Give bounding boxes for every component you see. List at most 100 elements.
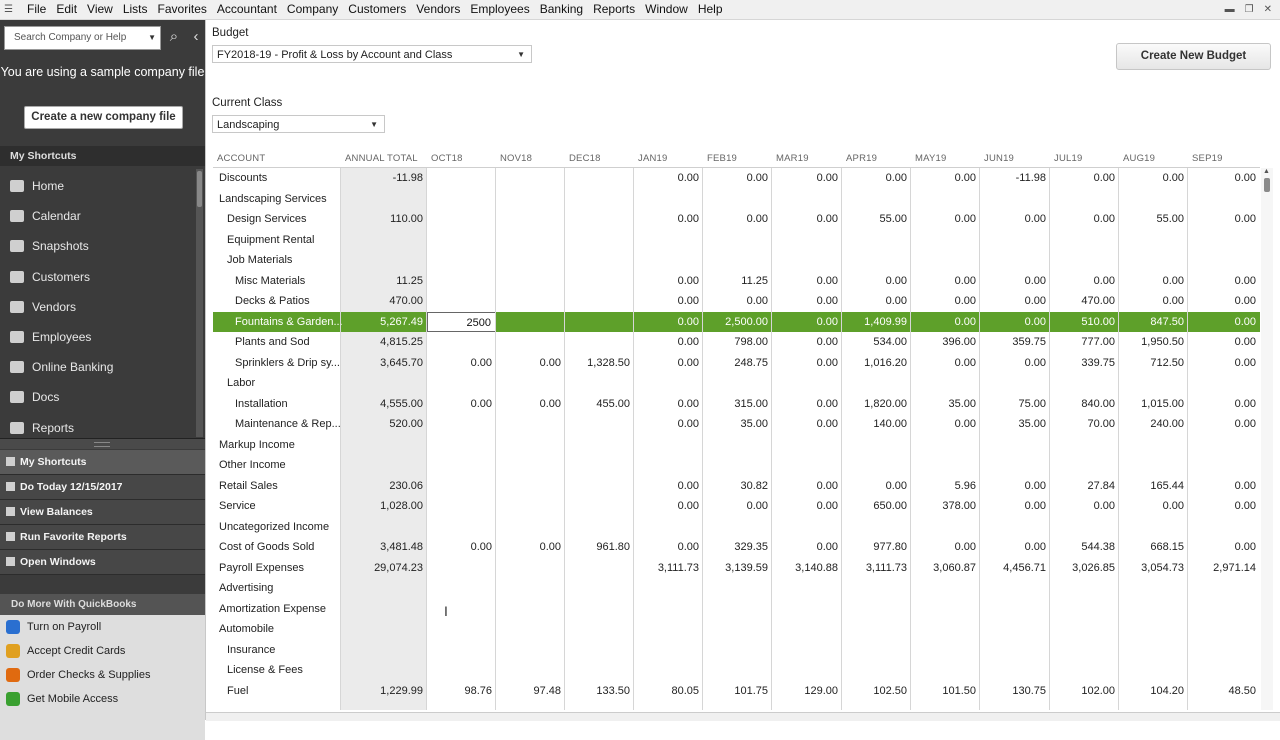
budget-cell[interactable]: 0.00: [1050, 168, 1119, 189]
budget-cell[interactable]: [496, 189, 565, 210]
budget-cell[interactable]: 248.75: [703, 353, 772, 374]
budget-cell[interactable]: 339.75: [1050, 353, 1119, 374]
budget-cell[interactable]: 0.00: [1188, 537, 1260, 558]
budget-cell[interactable]: [634, 230, 703, 251]
budget-cell[interactable]: 0.00: [634, 271, 703, 292]
budget-cell[interactable]: 0.00: [980, 312, 1050, 333]
budget-cell[interactable]: [980, 578, 1050, 599]
table-row[interactable]: Labor: [213, 373, 1260, 394]
budget-cell[interactable]: 0.00: [703, 291, 772, 312]
budget-cell[interactable]: [565, 578, 634, 599]
budget-cell[interactable]: 0.00: [496, 394, 565, 415]
budget-cell[interactable]: [565, 414, 634, 435]
budget-cell[interactable]: [1119, 619, 1188, 640]
budget-cell[interactable]: [911, 599, 980, 620]
budget-cell[interactable]: [427, 455, 496, 476]
budget-cell[interactable]: 0.00: [772, 332, 842, 353]
budget-cell[interactable]: 0.00: [772, 271, 842, 292]
account-name[interactable]: Cost of Goods Sold: [216, 537, 344, 558]
budget-cell[interactable]: [911, 640, 980, 661]
budget-cell[interactable]: 80.05: [634, 681, 703, 702]
column-header-account[interactable]: ACCOUNT: [213, 149, 341, 167]
budget-cell[interactable]: 0.00: [1119, 496, 1188, 517]
budget-cell[interactable]: 102.50: [842, 681, 911, 702]
budget-cell[interactable]: 0.00: [1188, 332, 1260, 353]
budget-cell[interactable]: [1119, 189, 1188, 210]
budget-cell[interactable]: 98.76: [427, 681, 496, 702]
account-name[interactable]: Labor: [224, 373, 344, 394]
budget-cell[interactable]: 977.80: [842, 537, 911, 558]
grid-vertical-scrollbar[interactable]: ▲: [1261, 168, 1273, 710]
budget-cell[interactable]: 165.44: [1119, 476, 1188, 497]
budget-cell[interactable]: [565, 271, 634, 292]
budget-cell[interactable]: 378.00: [911, 496, 980, 517]
budget-cell[interactable]: [1119, 640, 1188, 661]
budget-cell[interactable]: 0.00: [1188, 414, 1260, 435]
budget-cell[interactable]: [1188, 619, 1260, 640]
budget-cell[interactable]: [772, 660, 842, 681]
panel-run-favorite-reports[interactable]: Run Favorite Reports: [0, 525, 205, 550]
budget-cell[interactable]: [1119, 435, 1188, 456]
budget-cell[interactable]: [496, 291, 565, 312]
menu-accountant[interactable]: Accountant: [212, 0, 282, 19]
budget-cell[interactable]: [842, 660, 911, 681]
budget-cell[interactable]: [1050, 455, 1119, 476]
budget-cell[interactable]: [1119, 517, 1188, 538]
budget-cell[interactable]: 544.38: [1050, 537, 1119, 558]
budget-cell[interactable]: [772, 189, 842, 210]
budget-cell[interactable]: [772, 373, 842, 394]
budget-cell[interactable]: 0.00: [772, 476, 842, 497]
budget-cell[interactable]: [565, 517, 634, 538]
budget-cell[interactable]: 0.00: [772, 209, 842, 230]
budget-cell[interactable]: [703, 189, 772, 210]
budget-cell[interactable]: 3,111.73: [634, 558, 703, 579]
budget-cell[interactable]: [1050, 250, 1119, 271]
budget-cell[interactable]: [634, 599, 703, 620]
budget-cell[interactable]: [496, 455, 565, 476]
budget-cell[interactable]: [427, 168, 496, 189]
budget-cell[interactable]: [634, 189, 703, 210]
menu-help[interactable]: Help: [693, 0, 728, 19]
budget-cell[interactable]: [1188, 599, 1260, 620]
table-row[interactable]: Sprinklers & Drip sy... 3,645.70 0.00 0.00 1…: [213, 353, 1260, 374]
do-more-turn-on-payroll[interactable]: Turn on Payroll: [0, 615, 205, 639]
budget-cell[interactable]: [772, 640, 842, 661]
budget-cell[interactable]: [772, 230, 842, 251]
chevron-left-icon[interactable]: ‹: [189, 26, 203, 48]
budget-cell[interactable]: [496, 496, 565, 517]
budget-cell[interactable]: [1050, 373, 1119, 394]
budget-cell[interactable]: [842, 250, 911, 271]
budget-cell[interactable]: [565, 250, 634, 271]
panel-resize-grip[interactable]: [0, 438, 205, 449]
column-header-jul19[interactable]: JUL19: [1050, 149, 1119, 167]
panel-do-today-12-15-2017[interactable]: Do Today 12/15/2017: [0, 475, 205, 500]
budget-cell[interactable]: [980, 189, 1050, 210]
budget-cell[interactable]: [1119, 373, 1188, 394]
column-header-jan19[interactable]: JAN19: [634, 149, 703, 167]
budget-cell[interactable]: [911, 578, 980, 599]
sidebar-item-vendors[interactable]: Vendors: [0, 292, 196, 322]
account-name[interactable]: Automobile: [216, 619, 344, 640]
budget-cell[interactable]: [772, 455, 842, 476]
budget-cell[interactable]: [911, 189, 980, 210]
budget-cell[interactable]: [772, 619, 842, 640]
budget-cell[interactable]: [496, 476, 565, 497]
budget-cell[interactable]: [842, 230, 911, 251]
budget-cell[interactable]: 0.00: [1050, 496, 1119, 517]
budget-cell[interactable]: 0.00: [634, 394, 703, 415]
table-row[interactable]: Insurance: [213, 640, 1260, 661]
search-icon[interactable]: ⌕: [163, 26, 185, 48]
budget-cell[interactable]: 0.00: [772, 414, 842, 435]
account-name[interactable]: Amortization Expense: [216, 599, 344, 620]
budget-cell[interactable]: [1119, 230, 1188, 251]
budget-cell[interactable]: [703, 578, 772, 599]
budget-cell[interactable]: 102.00: [1050, 681, 1119, 702]
table-row[interactable]: Landscaping Services: [213, 189, 1260, 210]
account-name[interactable]: Misc Materials: [232, 271, 344, 292]
budget-cell[interactable]: [634, 455, 703, 476]
budget-cell[interactable]: [634, 517, 703, 538]
budget-cell[interactable]: 1,820.00: [842, 394, 911, 415]
budget-cell[interactable]: [911, 619, 980, 640]
budget-cell[interactable]: 97.48: [496, 681, 565, 702]
budget-cell[interactable]: [911, 250, 980, 271]
